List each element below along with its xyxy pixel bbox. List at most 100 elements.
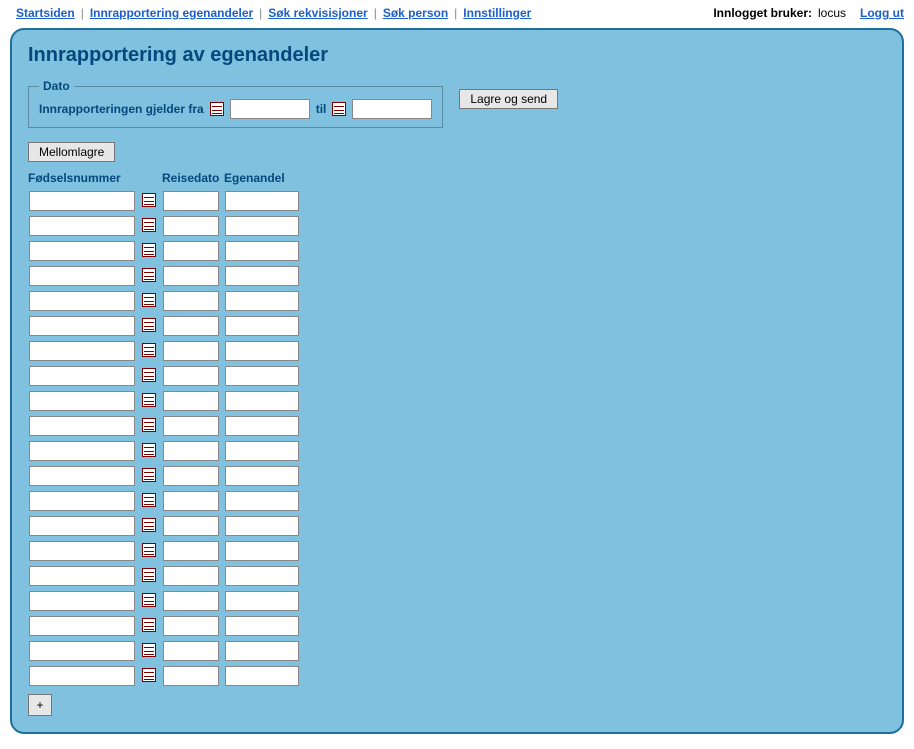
reisedato-input[interactable] bbox=[163, 441, 219, 461]
egenandel-input[interactable] bbox=[225, 591, 299, 611]
calendar-icon[interactable] bbox=[142, 393, 156, 407]
nav-innrapportering[interactable]: Innrapportering egenandeler bbox=[90, 6, 253, 20]
fodselsnummer-input[interactable] bbox=[29, 441, 135, 461]
egenandel-input[interactable] bbox=[225, 241, 299, 261]
fodselsnummer-input[interactable] bbox=[29, 216, 135, 236]
fodselsnummer-input[interactable] bbox=[29, 341, 135, 361]
fodselsnummer-input[interactable] bbox=[29, 191, 135, 211]
reisedato-input[interactable] bbox=[163, 591, 219, 611]
nav-sok-rekvisisjoner[interactable]: Søk rekvisisjoner bbox=[268, 6, 367, 20]
fodselsnummer-input[interactable] bbox=[29, 291, 135, 311]
egenandel-input[interactable] bbox=[225, 616, 299, 636]
calendar-icon[interactable] bbox=[142, 618, 156, 632]
reisedato-input[interactable] bbox=[163, 341, 219, 361]
calendar-icon[interactable] bbox=[142, 468, 156, 482]
reisedato-input[interactable] bbox=[163, 541, 219, 561]
reisedato-input[interactable] bbox=[163, 466, 219, 486]
fodselsnummer-input[interactable] bbox=[29, 241, 135, 261]
egenandel-input[interactable] bbox=[225, 366, 299, 386]
fodselsnummer-input[interactable] bbox=[29, 541, 135, 561]
calendar-icon[interactable] bbox=[142, 418, 156, 432]
reisedato-input[interactable] bbox=[163, 191, 219, 211]
egenandel-input[interactable] bbox=[225, 316, 299, 336]
egenandel-input[interactable] bbox=[225, 291, 299, 311]
reisedato-input[interactable] bbox=[163, 566, 219, 586]
calendar-icon[interactable] bbox=[332, 102, 346, 116]
egenandel-input[interactable] bbox=[225, 541, 299, 561]
table-row bbox=[28, 640, 300, 662]
add-row-button[interactable]: + bbox=[28, 694, 52, 716]
egenandel-input[interactable] bbox=[225, 666, 299, 686]
fodselsnummer-input[interactable] bbox=[29, 616, 135, 636]
mellomlagre-button[interactable]: Mellomlagre bbox=[28, 142, 115, 162]
reisedato-input[interactable] bbox=[163, 316, 219, 336]
fodselsnummer-input[interactable] bbox=[29, 591, 135, 611]
egenandel-input[interactable] bbox=[225, 441, 299, 461]
nav-innstillinger[interactable]: Innstillinger bbox=[463, 6, 531, 20]
from-date-input[interactable] bbox=[230, 99, 310, 119]
calendar-icon[interactable] bbox=[142, 643, 156, 657]
table-row bbox=[28, 665, 300, 687]
egenandel-input[interactable] bbox=[225, 266, 299, 286]
calendar-icon[interactable] bbox=[210, 102, 224, 116]
nav-sep: | bbox=[454, 6, 457, 20]
reisedato-input[interactable] bbox=[163, 216, 219, 236]
reisedato-input[interactable] bbox=[163, 416, 219, 436]
egenandel-input[interactable] bbox=[225, 416, 299, 436]
top-nav: Startsiden| Innrapportering egenandeler|… bbox=[0, 0, 914, 24]
egenandel-input[interactable] bbox=[225, 641, 299, 661]
calendar-icon[interactable] bbox=[142, 668, 156, 682]
calendar-icon[interactable] bbox=[142, 593, 156, 607]
reisedato-input[interactable] bbox=[163, 266, 219, 286]
egenandel-input[interactable] bbox=[225, 216, 299, 236]
fodselsnummer-input[interactable] bbox=[29, 266, 135, 286]
fodselsnummer-input[interactable] bbox=[29, 666, 135, 686]
reisedato-input[interactable] bbox=[163, 516, 219, 536]
calendar-icon[interactable] bbox=[142, 443, 156, 457]
fodselsnummer-input[interactable] bbox=[29, 391, 135, 411]
egenandel-input[interactable] bbox=[225, 516, 299, 536]
save-send-button[interactable]: Lagre og send bbox=[459, 89, 558, 109]
reisedato-input[interactable] bbox=[163, 491, 219, 511]
reisedato-input[interactable] bbox=[163, 616, 219, 636]
nav-startsiden[interactable]: Startsiden bbox=[16, 6, 75, 20]
calendar-icon[interactable] bbox=[142, 243, 156, 257]
reisedato-input[interactable] bbox=[163, 291, 219, 311]
calendar-icon[interactable] bbox=[142, 293, 156, 307]
fodselsnummer-input[interactable] bbox=[29, 641, 135, 661]
page-title: Innrapportering av egenandeler bbox=[28, 44, 886, 67]
fodselsnummer-input[interactable] bbox=[29, 366, 135, 386]
egenandel-input[interactable] bbox=[225, 491, 299, 511]
table-row bbox=[28, 590, 300, 612]
egenandel-input[interactable] bbox=[225, 341, 299, 361]
calendar-icon[interactable] bbox=[142, 543, 156, 557]
egenandel-input[interactable] bbox=[225, 391, 299, 411]
date-fieldset: Dato Innrapporteringen gjelder fra til bbox=[28, 79, 443, 128]
calendar-icon[interactable] bbox=[142, 193, 156, 207]
calendar-icon[interactable] bbox=[142, 268, 156, 282]
calendar-icon[interactable] bbox=[142, 343, 156, 357]
fodselsnummer-input[interactable] bbox=[29, 416, 135, 436]
reisedato-input[interactable] bbox=[163, 241, 219, 261]
reisedato-input[interactable] bbox=[163, 391, 219, 411]
calendar-icon[interactable] bbox=[142, 218, 156, 232]
to-date-input[interactable] bbox=[352, 99, 432, 119]
calendar-icon[interactable] bbox=[142, 518, 156, 532]
fodselsnummer-input[interactable] bbox=[29, 566, 135, 586]
calendar-icon[interactable] bbox=[142, 493, 156, 507]
calendar-icon[interactable] bbox=[142, 368, 156, 382]
nav-sok-person[interactable]: Søk person bbox=[383, 6, 448, 20]
egenandel-input[interactable] bbox=[225, 566, 299, 586]
reisedato-input[interactable] bbox=[163, 666, 219, 686]
fodselsnummer-input[interactable] bbox=[29, 516, 135, 536]
egenandel-input[interactable] bbox=[225, 466, 299, 486]
reisedato-input[interactable] bbox=[163, 366, 219, 386]
calendar-icon[interactable] bbox=[142, 568, 156, 582]
calendar-icon[interactable] bbox=[142, 318, 156, 332]
fodselsnummer-input[interactable] bbox=[29, 466, 135, 486]
fodselsnummer-input[interactable] bbox=[29, 316, 135, 336]
logout-link[interactable]: Logg ut bbox=[860, 6, 904, 20]
fodselsnummer-input[interactable] bbox=[29, 491, 135, 511]
egenandel-input[interactable] bbox=[225, 191, 299, 211]
reisedato-input[interactable] bbox=[163, 641, 219, 661]
